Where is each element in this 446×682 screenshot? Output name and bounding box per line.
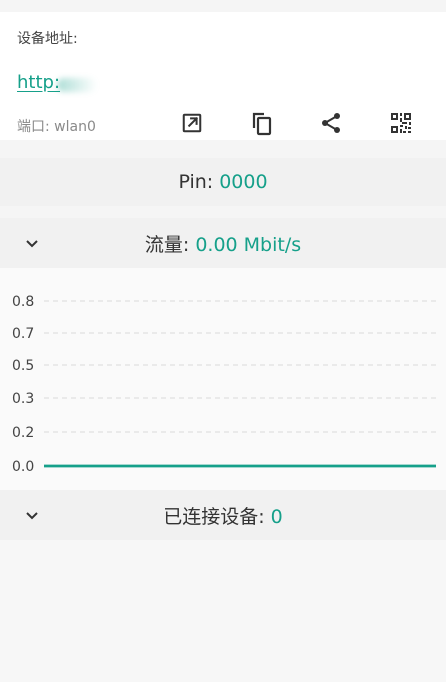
flow-label: 流量: (144, 234, 196, 256)
open-external-icon[interactable] (177, 108, 207, 138)
pin-value: 0000 (219, 171, 268, 193)
y-tick-label: 0.2 (12, 425, 34, 441)
flow-value: 0.00 Mbit/s (195, 234, 302, 256)
address-link[interactable]: http: (17, 72, 60, 93)
y-tick-label: 0.5 (12, 358, 34, 374)
copy-icon[interactable] (246, 108, 276, 138)
connected-label: 已连接设备: (163, 506, 271, 528)
y-tick-label: 0.0 (12, 459, 34, 475)
flow-section-header[interactable]: 流量: 0.00 Mbit/s (0, 218, 446, 268)
share-icon[interactable] (316, 108, 346, 138)
connected-title: 已连接设备: 0 (0, 502, 446, 529)
connected-section-header[interactable]: 已连接设备: 0 (0, 490, 446, 540)
qr-code-icon[interactable] (386, 108, 416, 138)
address-title: 设备地址: (17, 31, 78, 47)
address-blur (57, 78, 97, 92)
y-tick-label: 0.8 (12, 294, 34, 310)
pin-label: Pin: (178, 171, 214, 193)
address-link-wrap[interactable]: http: (17, 72, 97, 98)
y-tick-label: 0.7 (12, 326, 34, 342)
flow-title: 流量: 0.00 Mbit/s (0, 230, 446, 257)
traffic-chart: 0.8 0.7 0.5 0.3 0.2 0.0 (0, 268, 446, 490)
traffic-chart-svg: 0.8 0.7 0.5 0.3 0.2 0.0 (12, 294, 436, 475)
connected-device-list (0, 540, 446, 682)
connected-value: 0 (270, 506, 283, 528)
pin-bar: Pin: 0000 (0, 158, 446, 206)
y-tick-label: 0.3 (12, 391, 34, 407)
port-label: 端口: wlan0 (17, 119, 96, 135)
address-card: 设备地址: http: 端口: wlan0 (0, 12, 446, 140)
